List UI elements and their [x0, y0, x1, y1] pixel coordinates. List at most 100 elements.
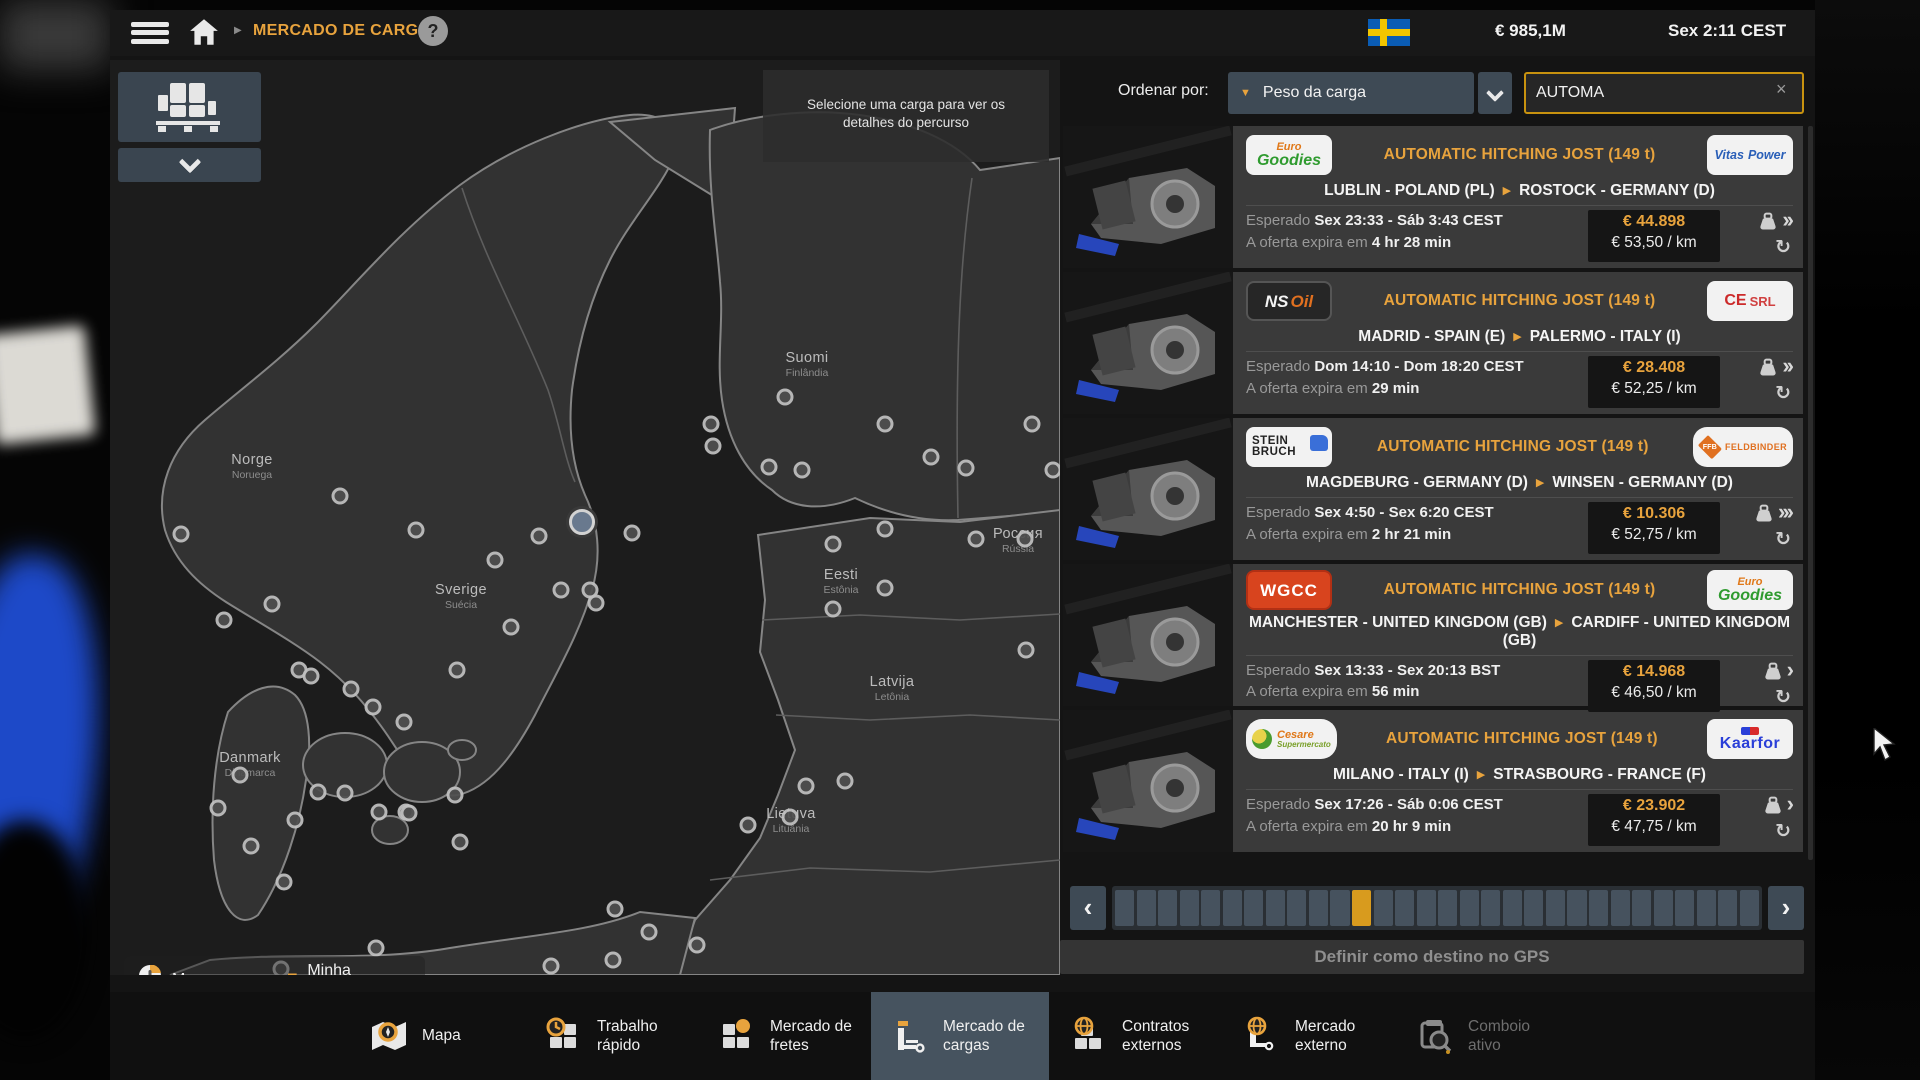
- city-marker[interactable]: [825, 536, 842, 553]
- page-segment[interactable]: [1546, 890, 1565, 926]
- city-marker[interactable]: [232, 767, 249, 784]
- offers-scrollbar[interactable]: [1808, 126, 1813, 860]
- city-marker[interactable]: [605, 952, 622, 969]
- city-marker[interactable]: [782, 809, 799, 826]
- page-segment[interactable]: [1115, 890, 1134, 926]
- collapse-map-controls-button[interactable]: [118, 148, 261, 182]
- page-segment[interactable]: [1675, 890, 1694, 926]
- page-segment[interactable]: [1158, 890, 1177, 926]
- tab-map[interactable]: Mapa: [350, 992, 479, 1080]
- city-marker[interactable]: [923, 449, 940, 466]
- cargo-offer-card[interactable]: NSOil AUTOMATIC HITCHING JOST (149 t) CE…: [1063, 272, 1803, 414]
- cargo-offer-card[interactable]: WGCC AUTOMATIC HITCHING JOST (149 t) Eur…: [1063, 564, 1803, 706]
- current-page-segment[interactable]: [1352, 890, 1371, 926]
- city-marker[interactable]: [368, 940, 385, 957]
- city-marker[interactable]: [958, 460, 975, 477]
- menu-icon[interactable]: [131, 18, 169, 48]
- city-marker[interactable]: [452, 834, 469, 851]
- page-segment[interactable]: [1460, 890, 1479, 926]
- city-marker[interactable]: [216, 612, 233, 629]
- city-marker[interactable]: [337, 785, 354, 802]
- page-segment[interactable]: [1287, 890, 1306, 926]
- city-marker[interactable]: [794, 462, 811, 479]
- next-page-button[interactable]: ›: [1768, 886, 1804, 930]
- city-marker[interactable]: [689, 937, 706, 954]
- cargo-offer-card[interactable]: EuroGoodies AUTOMATIC HITCHING JOST (149…: [1063, 126, 1803, 268]
- page-segment[interactable]: [1201, 890, 1220, 926]
- city-marker[interactable]: [607, 901, 624, 918]
- page-segment[interactable]: [1223, 890, 1242, 926]
- city-marker[interactable]: [543, 958, 560, 975]
- city-marker[interactable]: [1017, 531, 1034, 548]
- cargo-overview-button[interactable]: [118, 72, 261, 142]
- clear-search-icon[interactable]: ×: [1776, 80, 1787, 98]
- city-marker[interactable]: [624, 525, 641, 542]
- city-marker[interactable]: [243, 838, 260, 855]
- page-segment[interactable]: [1740, 890, 1759, 926]
- city-marker[interactable]: [798, 778, 815, 795]
- page-segment[interactable]: [1438, 890, 1457, 926]
- sort-dropdown[interactable]: ▼ Peso da carga: [1228, 72, 1474, 114]
- city-marker[interactable]: [487, 552, 504, 569]
- page-segment[interactable]: [1697, 890, 1716, 926]
- city-marker[interactable]: [310, 784, 327, 801]
- search-input[interactable]: [1524, 72, 1804, 114]
- help-icon[interactable]: ?: [418, 16, 448, 46]
- city-marker[interactable]: [303, 668, 320, 685]
- city-marker[interactable]: [371, 804, 388, 821]
- city-marker[interactable]: [777, 389, 794, 406]
- city-marker[interactable]: [396, 714, 413, 731]
- previous-page-button[interactable]: ‹: [1070, 886, 1106, 930]
- city-marker[interactable]: [276, 874, 293, 891]
- city-marker[interactable]: [264, 596, 281, 613]
- page-segment[interactable]: [1395, 890, 1414, 926]
- tab-quick-job[interactable]: Trabalhorápido: [525, 992, 676, 1080]
- city-marker[interactable]: [173, 526, 190, 543]
- page-segment[interactable]: [1374, 890, 1393, 926]
- tab-cargo-market[interactable]: Mercado decargas: [871, 992, 1049, 1080]
- page-segment[interactable]: [1632, 890, 1651, 926]
- sort-expand-button[interactable]: [1478, 72, 1512, 114]
- city-marker[interactable]: [343, 681, 360, 698]
- page-segment[interactable]: [1589, 890, 1608, 926]
- page-segment[interactable]: [1611, 890, 1630, 926]
- page-segment[interactable]: [1244, 890, 1263, 926]
- set-gps-destination-button[interactable]: Definir como destino no GPS: [1060, 940, 1804, 974]
- page-segment[interactable]: [1524, 890, 1543, 926]
- page-track[interactable]: [1112, 886, 1762, 930]
- page-segment[interactable]: [1654, 890, 1673, 926]
- city-marker[interactable]: [1024, 416, 1041, 433]
- city-marker[interactable]: [1045, 462, 1061, 479]
- home-icon[interactable]: [188, 16, 220, 48]
- city-marker[interactable]: [365, 699, 382, 716]
- city-marker[interactable]: [503, 619, 520, 636]
- city-marker[interactable]: [703, 416, 720, 433]
- city-marker[interactable]: [761, 459, 778, 476]
- city-marker[interactable]: [447, 787, 464, 804]
- city-marker[interactable]: [825, 601, 842, 618]
- city-marker[interactable]: [877, 416, 894, 433]
- city-marker[interactable]: [449, 662, 466, 679]
- page-segment[interactable]: [1330, 890, 1349, 926]
- city-marker[interactable]: [531, 528, 548, 545]
- page-segment[interactable]: [1481, 890, 1500, 926]
- city-marker[interactable]: [553, 582, 570, 599]
- city-marker[interactable]: [588, 595, 605, 612]
- cargo-offer-card[interactable]: CesareSupermercato AUTOMATIC HITCHING JO…: [1063, 710, 1803, 852]
- city-marker[interactable]: [401, 805, 418, 822]
- page-segment[interactable]: [1417, 890, 1436, 926]
- cargo-offer-card[interactable]: STEINBRUCH AUTOMATIC HITCHING JOST (149 …: [1063, 418, 1803, 560]
- city-marker[interactable]: [968, 531, 985, 548]
- city-marker[interactable]: [332, 488, 349, 505]
- selected-city-marker[interactable]: [569, 509, 595, 535]
- city-marker[interactable]: [877, 580, 894, 597]
- map-view[interactable]: NorgeNoruegaSverigeSuéciaSuomiFinlândiaE…: [110, 60, 1060, 975]
- page-segment[interactable]: [1309, 890, 1328, 926]
- city-marker[interactable]: [705, 438, 722, 455]
- city-marker[interactable]: [641, 924, 658, 941]
- city-marker[interactable]: [877, 521, 894, 538]
- city-marker[interactable]: [287, 812, 304, 829]
- page-segment[interactable]: [1718, 890, 1737, 926]
- page-segment[interactable]: [1180, 890, 1199, 926]
- page-segment[interactable]: [1567, 890, 1586, 926]
